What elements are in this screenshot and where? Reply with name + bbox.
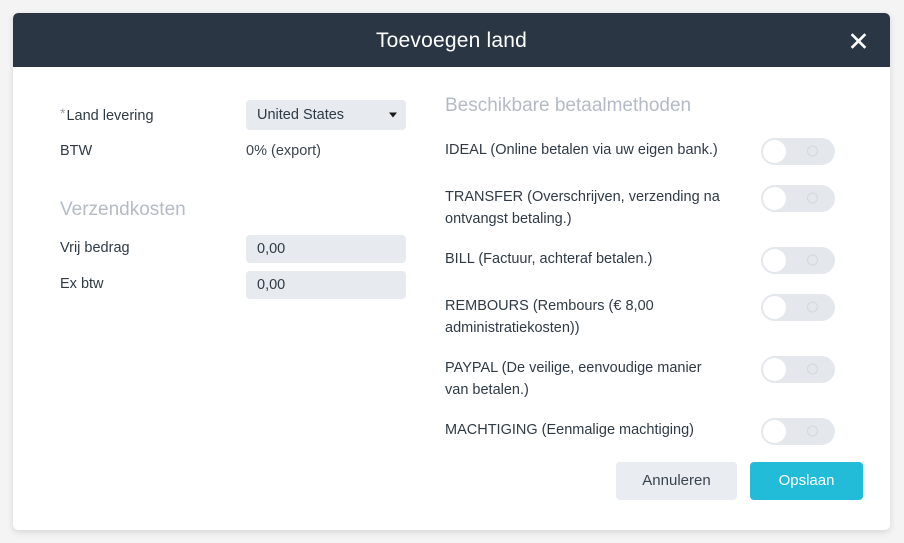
- payment-method-label: REMBOURS (Rembours (€ 8,00 administratie…: [445, 297, 654, 337]
- toggle-knob: [763, 248, 786, 272]
- free-amount-label: Vrij bedrag: [60, 240, 130, 257]
- vat-field-row: BTW 0% (export): [60, 136, 420, 166]
- free-amount-input[interactable]: [246, 234, 406, 263]
- payment-method-row: PAYPAL (De veilige, eenvoudige manier va…: [445, 355, 835, 402]
- payment-method-row: TRANSFER (Overschrijven, verzending na o…: [445, 184, 835, 231]
- payment-method-toggle[interactable]: [761, 293, 835, 321]
- payment-method-toggle[interactable]: [761, 137, 835, 165]
- payment-method-row: IDEAL (Online betalen via uw eigen bank.…: [445, 137, 835, 169]
- toggle-knob: [763, 295, 786, 319]
- payment-method-label: IDEAL (Online betalen via uw eigen bank.…: [445, 141, 718, 158]
- ex-vat-row: Ex btw: [60, 270, 420, 300]
- toggle-off-icon: [807, 363, 818, 375]
- country-control: United States: [246, 100, 420, 130]
- ex-vat-label: Ex btw: [60, 276, 104, 293]
- payment-method-label: PAYPAL (De veilige, eenvoudige manier va…: [445, 359, 702, 399]
- modal-footer: Annuleren Opslaan: [616, 462, 863, 500]
- payment-method-toggle[interactable]: [761, 417, 835, 445]
- toggle-off-icon: [807, 145, 818, 157]
- payment-method-label: MACHTIGING (Eenmalige machtiging): [445, 421, 694, 438]
- toggle-off-icon: [807, 192, 818, 204]
- payment-method-toggle-cell: [749, 417, 835, 445]
- chevron-down-icon: [389, 112, 397, 118]
- ex-vat-control: [246, 270, 420, 299]
- cancel-button[interactable]: Annuleren: [616, 462, 737, 500]
- modal-title: Toevoegen land: [375, 28, 528, 52]
- save-button[interactable]: Opslaan: [750, 462, 863, 500]
- add-country-modal: Toevoegen land *Land levering United Sta…: [13, 13, 890, 530]
- payment-method-label: BILL (Factuur, achteraf betalen.): [445, 250, 653, 267]
- payment-method-row: MACHTIGING (Eenmalige machtiging): [445, 417, 835, 449]
- country-select-value: United States: [257, 107, 345, 123]
- required-asterisk: *: [60, 105, 66, 122]
- payment-method-toggle-cell: [749, 246, 835, 274]
- payment-method-toggle-cell: [749, 355, 835, 383]
- payment-method-toggle[interactable]: [761, 184, 835, 212]
- vat-value: 0% (export): [246, 143, 321, 159]
- country-label: *Land levering: [60, 104, 246, 126]
- modal-body: *Land levering United States BTW 0% (exp…: [13, 67, 890, 530]
- modal-header: Toevoegen land: [13, 13, 890, 67]
- country-field-row: *Land levering United States: [60, 100, 420, 130]
- vat-control: 0% (export): [246, 136, 420, 166]
- free-amount-control: [246, 234, 420, 263]
- payment-methods-list: IDEAL (Online betalen via uw eigen bank.…: [445, 137, 835, 449]
- payment-method-row: BILL (Factuur, achteraf betalen.): [445, 246, 835, 278]
- right-column: Beschikbare betaalmethoden IDEAL (Online…: [445, 95, 835, 465]
- shipping-section-header: Verzendkosten: [60, 199, 186, 220]
- close-icon[interactable]: [845, 27, 871, 53]
- ex-vat-input[interactable]: [246, 270, 406, 299]
- payment-method-toggle[interactable]: [761, 355, 835, 383]
- free-amount-row: Vrij bedrag: [60, 234, 420, 264]
- toggle-off-icon: [807, 254, 818, 266]
- toggle-off-icon: [807, 301, 818, 313]
- payment-method-toggle-cell: [749, 184, 835, 212]
- toggle-knob: [763, 419, 786, 443]
- payment-method-toggle[interactable]: [761, 246, 835, 274]
- toggle-knob: [763, 186, 786, 210]
- payment-method-label: TRANSFER (Overschrijven, verzending na o…: [445, 188, 720, 228]
- vat-label: BTW: [60, 142, 93, 159]
- payment-method-toggle-cell: [749, 137, 835, 165]
- country-label-text: Land levering: [66, 108, 154, 125]
- payment-methods-header: Beschikbare betaalmethoden: [445, 95, 692, 116]
- country-select[interactable]: United States: [246, 100, 406, 130]
- payment-method-toggle-cell: [749, 293, 835, 321]
- toggle-knob: [763, 357, 786, 381]
- toggle-knob: [763, 139, 786, 163]
- left-column: *Land levering United States BTW 0% (exp…: [60, 100, 420, 306]
- payment-method-row: REMBOURS (Rembours (€ 8,00 administratie…: [445, 293, 835, 340]
- toggle-off-icon: [807, 425, 818, 437]
